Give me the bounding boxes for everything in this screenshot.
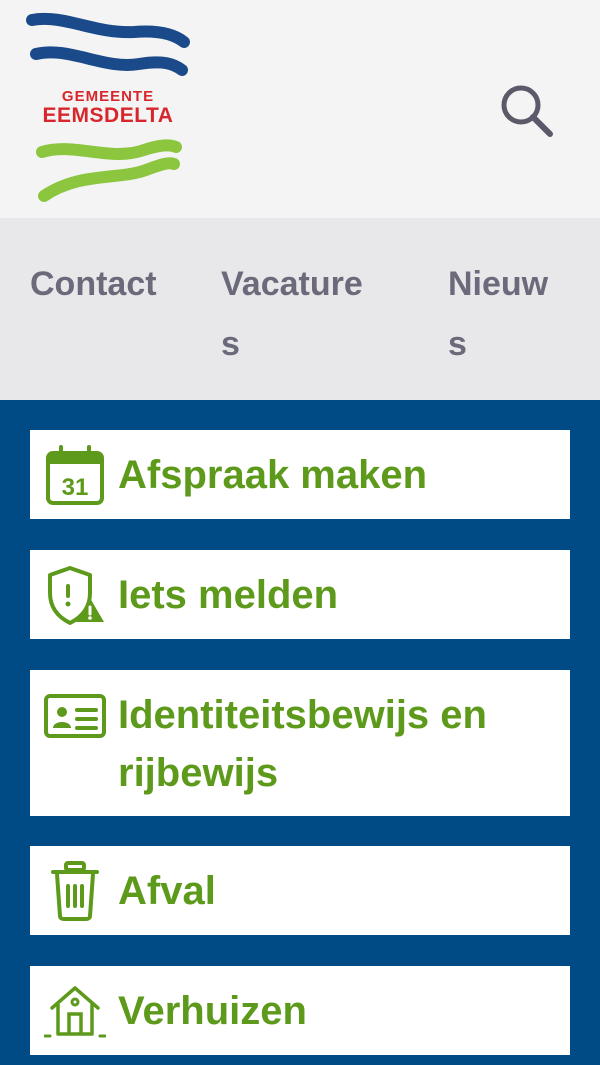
quick-links: 31 Afspraak maken Iets melden Identiteit… <box>0 400 600 1065</box>
trash-icon <box>51 860 99 921</box>
site-header: GEMEENTE EEMSDELTA <box>0 0 600 218</box>
shield-warning-icon <box>48 565 104 625</box>
tile-label: Afval <box>118 868 216 913</box>
tile-label: Verhuizen <box>118 988 307 1033</box>
logo-text-eemsdelta: EEMSDELTA <box>42 104 174 127</box>
tile-afspraak-maken[interactable]: 31 Afspraak maken <box>30 430 570 519</box>
tile-verhuizen[interactable]: Verhuizen <box>30 966 570 1055</box>
tile-label: Afspraak maken <box>118 452 428 497</box>
calendar-icon: 31 <box>46 444 104 505</box>
nav-link-nieuws[interactable]: Nieuws <box>448 254 566 374</box>
tile-iets-melden[interactable]: Iets melden <box>30 550 570 639</box>
logo-text-gemeente: GEMEENTE <box>61 88 155 105</box>
tile-afval[interactable]: Afval <box>30 846 570 935</box>
tile-label: Identiteitsbewijs en rijbewijs <box>118 693 487 795</box>
house-move-icon <box>44 985 106 1037</box>
top-nav: Contact Vacatures Nieuws <box>0 218 600 400</box>
nav-link-vacatures[interactable]: Vacatures <box>221 254 381 374</box>
tile-label: Iets melden <box>118 572 339 617</box>
svg-text:31: 31 <box>62 474 89 501</box>
id-card-icon <box>44 694 106 738</box>
search-icon[interactable] <box>496 80 558 142</box>
nav-link-contact[interactable]: Contact <box>30 254 158 314</box>
tile-identiteitsbewijs-rijbewijs[interactable]: Identiteitsbewijs en rijbewijs <box>30 670 570 816</box>
